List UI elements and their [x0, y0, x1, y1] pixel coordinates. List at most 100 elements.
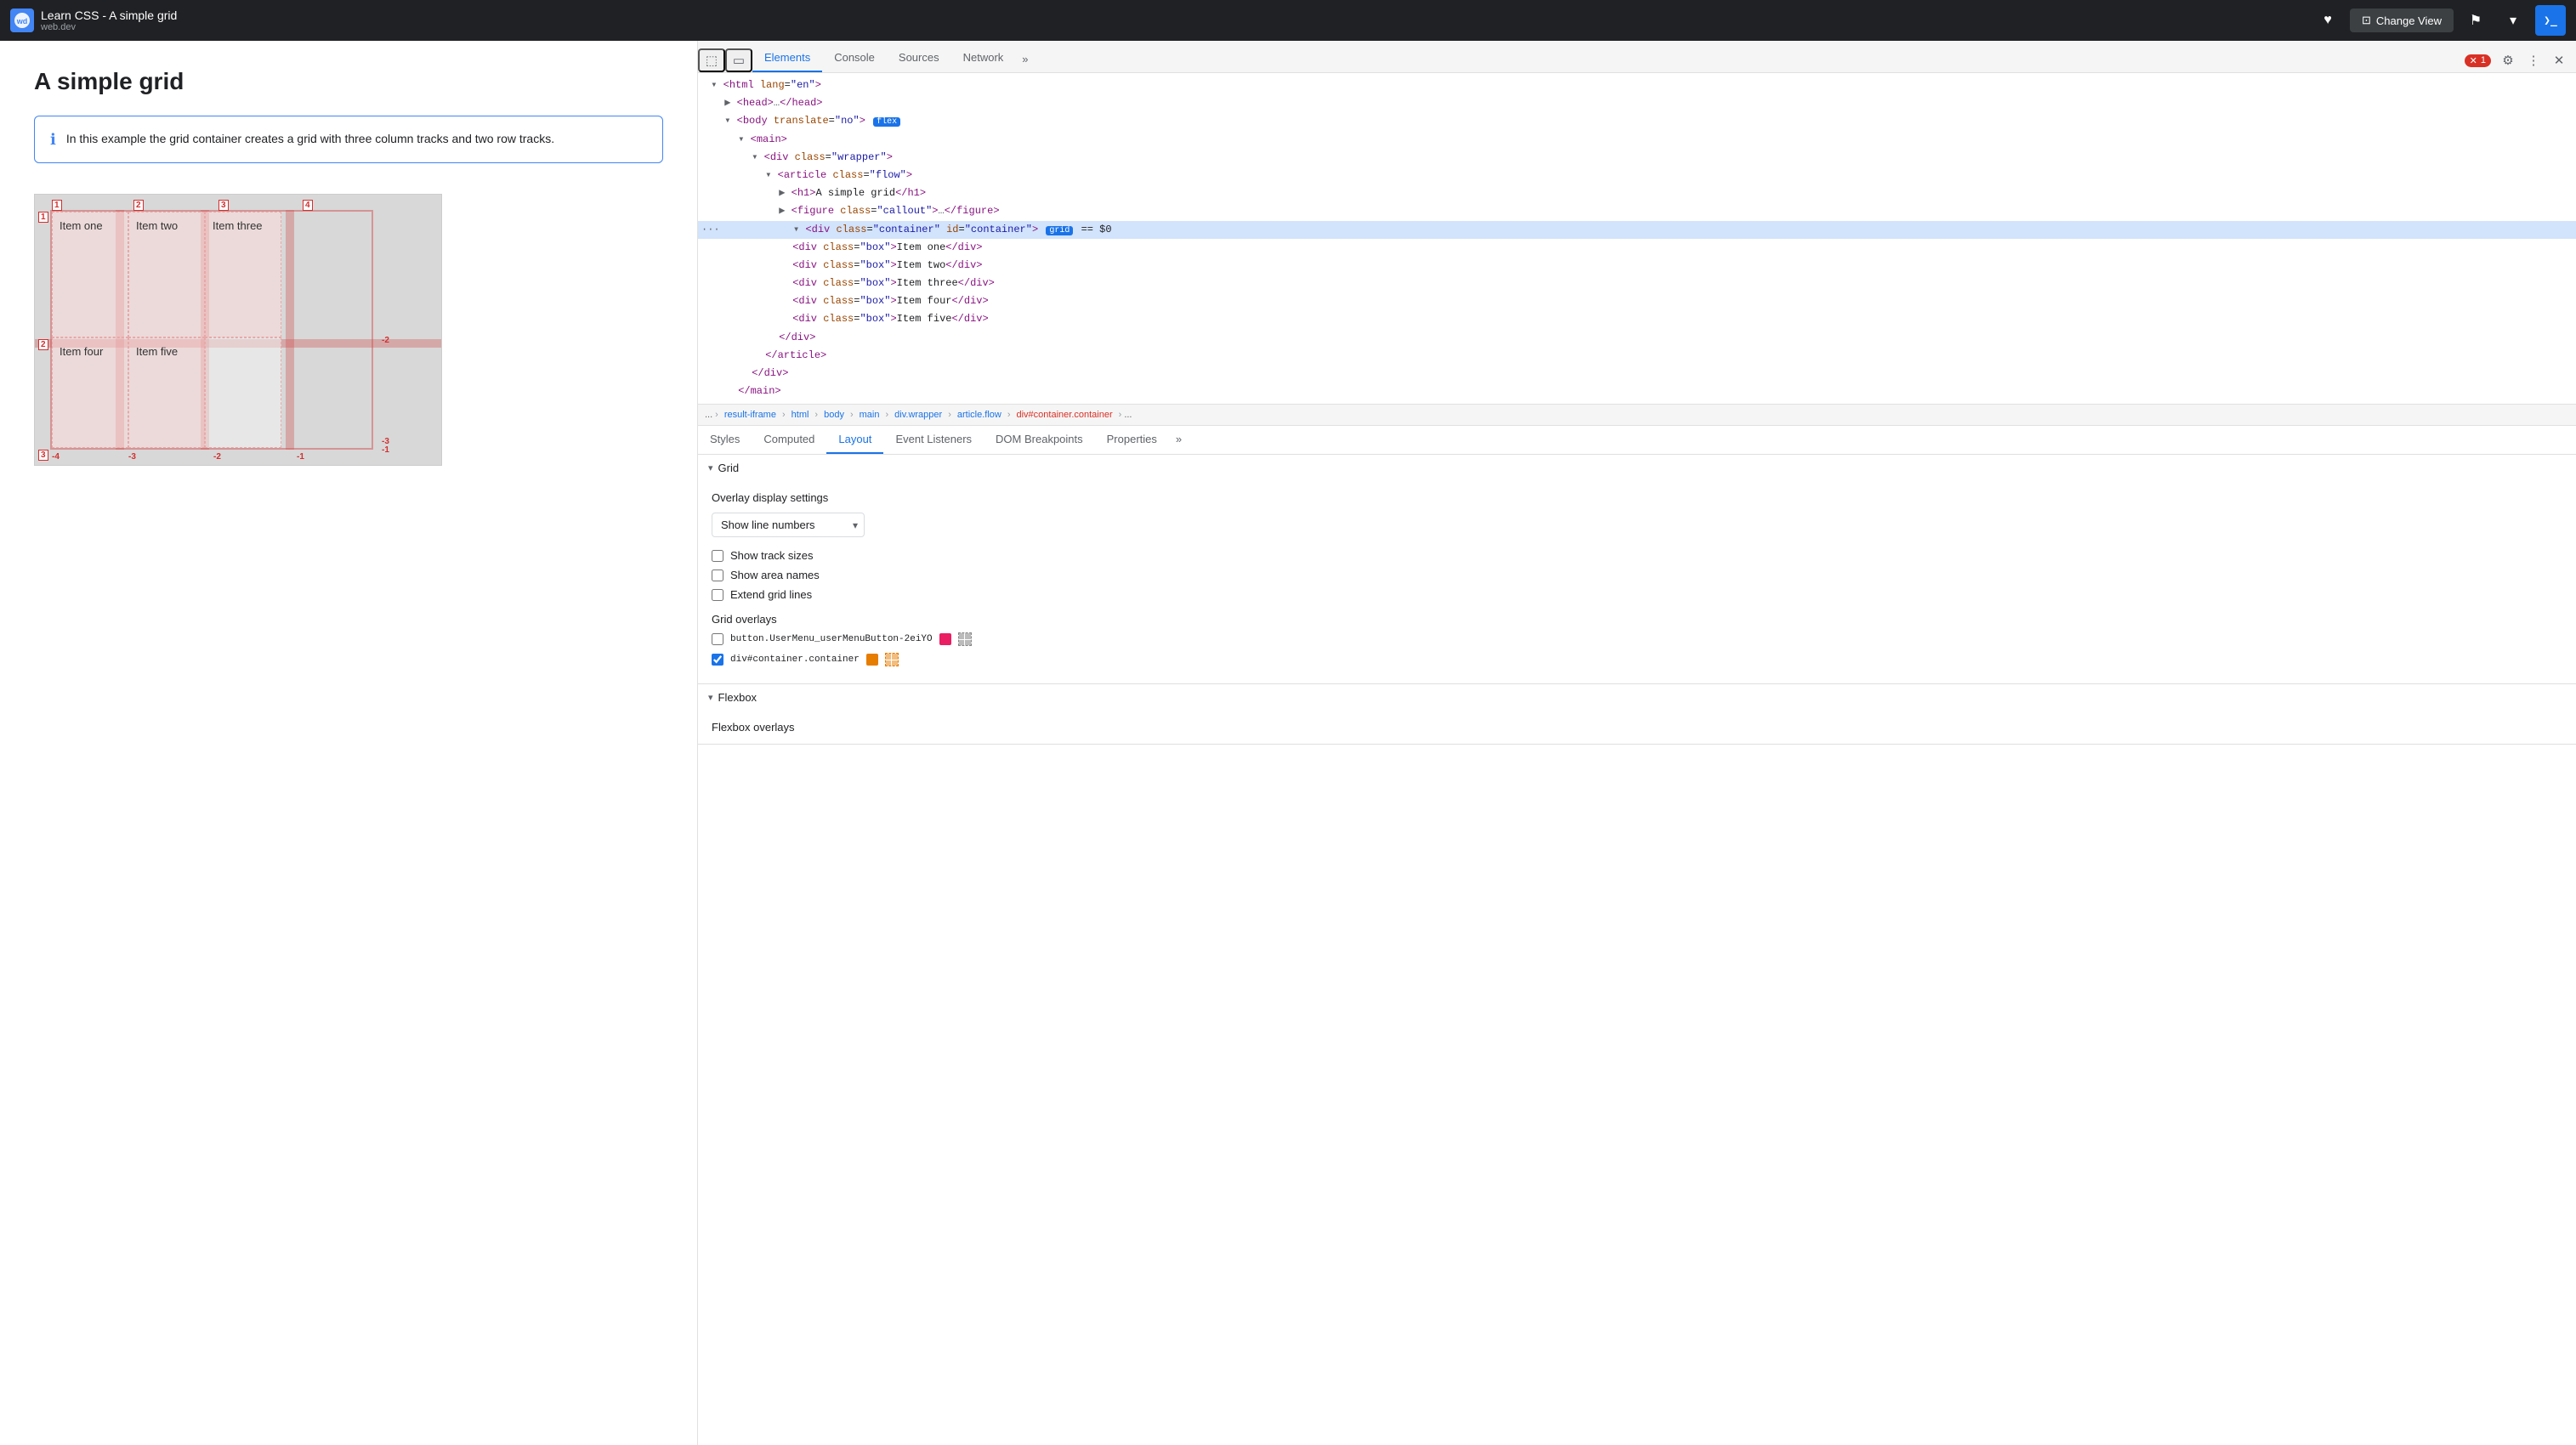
grid-item-3: Item three — [205, 212, 281, 337]
bookmark-button[interactable]: ♥ — [2312, 5, 2343, 36]
page-content: A simple grid ℹ In this example the grid… — [0, 41, 697, 1445]
extend-grid-lines-checkbox[interactable] — [712, 589, 723, 601]
dom-line-container[interactable]: ··· ▾ <div class="container" id="contain… — [698, 221, 2576, 239]
sub-tab-styles[interactable]: Styles — [698, 426, 752, 454]
tab-console[interactable]: Console — [822, 44, 887, 72]
tab-elements[interactable]: Elements — [752, 44, 822, 72]
show-area-names-row[interactable]: Show area names — [712, 569, 2562, 581]
col-num-bot-2: -3 — [128, 452, 136, 462]
sub-tabs: Styles Computed Layout Event Listeners D… — [698, 426, 2576, 455]
flexbox-overlays-title: Flexbox overlays — [712, 721, 2562, 734]
more-options-button[interactable]: ⋮ — [2522, 48, 2545, 72]
grid-item-2: Item two — [128, 212, 205, 337]
dom-line-main[interactable]: ▾ <main> — [698, 131, 2576, 149]
dom-line-box5[interactable]: <div class="box">Item five</div> — [698, 310, 2576, 328]
dropdown-button[interactable]: ▾ — [2498, 5, 2528, 36]
site-url: web.dev — [41, 22, 177, 32]
flexbox-section-header[interactable]: ▾ Flexbox — [698, 684, 2576, 711]
info-icon: ℹ — [50, 131, 56, 149]
devtools-panel: ⬚ ▭ Elements Console Sources Network » ✕… — [697, 41, 2576, 1445]
dom-line-head[interactable]: ▶ <head>…</head> — [698, 94, 2576, 112]
dom-line-div-wrapper[interactable]: ▾ <div class="wrapper"> — [698, 149, 2576, 167]
overlay-div-grid-icon — [885, 653, 899, 666]
page-title-bar: Learn CSS - A simple grid — [41, 8, 177, 22]
devtools-header-icons: ✕ 1 ⚙ ⋮ ✕ — [2465, 48, 2576, 72]
pin-button[interactable]: ⚑ — [2460, 5, 2491, 36]
col-num-top-1: 1 — [52, 200, 62, 211]
change-view-label: Change View — [2376, 14, 2442, 27]
breadcrumb-result-iframe[interactable]: result-iframe — [721, 408, 780, 422]
sub-tab-event-listeners[interactable]: Event Listeners — [883, 426, 984, 454]
close-devtools-button[interactable]: ✕ — [2547, 48, 2571, 72]
main-layout: A simple grid ℹ In this example the grid… — [0, 41, 2576, 1445]
dom-line-box4[interactable]: <div class="box">Item four</div> — [698, 292, 2576, 310]
line-numbers-select[interactable]: Show line numbers Show area names Hide l… — [712, 513, 865, 537]
inspect-element-button[interactable]: ⬚ — [698, 48, 725, 72]
dom-line-article[interactable]: ▾ <article class="flow"> — [698, 167, 2576, 184]
grid-section-header[interactable]: ▾ Grid — [698, 455, 2576, 481]
overlay-div-color — [866, 654, 878, 666]
show-area-names-checkbox[interactable] — [712, 570, 723, 581]
tab-network[interactable]: Network — [951, 44, 1016, 72]
show-track-sizes-checkbox[interactable] — [712, 550, 723, 562]
breadcrumb-div-container[interactable]: div#container.container — [1013, 408, 1116, 422]
breadcrumb-article-flow[interactable]: article.flow — [954, 408, 1005, 422]
grid-demo-wrapper: Item one Item two Item three Item four I… — [34, 194, 442, 466]
overlay-div-checkbox[interactable] — [712, 654, 723, 666]
dom-line-body[interactable]: ▾ <body translate="no"> flex — [698, 112, 2576, 130]
sub-tab-computed[interactable]: Computed — [752, 426, 826, 454]
grid-item-6 — [205, 337, 281, 448]
settings-button[interactable]: ⚙ — [2496, 48, 2520, 72]
flexbox-section-title: Flexbox — [718, 691, 757, 704]
overlay-div-label: div#container.container — [730, 654, 860, 665]
extend-grid-lines-row[interactable]: Extend grid lines — [712, 588, 2562, 601]
breadcrumb-html[interactable]: html — [788, 408, 813, 422]
breadcrumb-ellipsis[interactable]: ... — [705, 410, 712, 420]
show-track-sizes-row[interactable]: Show track sizes — [712, 549, 2562, 562]
overlay-button-color — [939, 633, 951, 645]
grid-demo-outer: Item one Item two Item three Item four I… — [34, 194, 442, 466]
info-box: ℹ In this example the grid container cre… — [34, 116, 663, 163]
error-count: 1 — [2481, 55, 2486, 65]
sub-tab-properties[interactable]: Properties — [1095, 426, 1169, 454]
dom-line-close-div[interactable]: </div> — [698, 329, 2576, 347]
dom-line-close-main[interactable]: </main> — [698, 382, 2576, 400]
sub-tab-dom-breakpoints[interactable]: DOM Breakpoints — [984, 426, 1095, 454]
breadcrumb-body[interactable]: body — [820, 408, 848, 422]
article-title: A simple grid — [34, 68, 663, 95]
devtools-tabs: ⬚ ▭ Elements Console Sources Network » ✕… — [698, 41, 2576, 73]
dom-line-figure[interactable]: ▶ <figure class="callout">…</figure> — [698, 202, 2576, 220]
terminal-button[interactable]: ❯_ — [2535, 5, 2566, 36]
sub-tab-more[interactable]: » — [1169, 426, 1189, 454]
extend-grid-lines-label: Extend grid lines — [730, 588, 812, 601]
row-num-right-2: -2 — [382, 336, 389, 345]
overlay-settings-label: Overlay display settings — [712, 491, 2562, 504]
dom-line-h1[interactable]: ▶ <h1>A simple grid</h1> — [698, 184, 2576, 202]
overlay-button-checkbox[interactable] — [712, 633, 723, 645]
breadcrumb-div-wrapper[interactable]: div.wrapper — [891, 408, 945, 422]
grid-section-title: Grid — [718, 462, 740, 474]
svg-text:wd: wd — [16, 17, 28, 26]
dom-line-html[interactable]: ▾ <html lang="en"> — [698, 76, 2576, 94]
col-num-top-3: 3 — [218, 200, 229, 211]
grid-item-1: Item one — [52, 212, 128, 337]
dom-line-close-article[interactable]: </article> — [698, 347, 2576, 365]
dom-line-box3[interactable]: <div class="box">Item three</div> — [698, 275, 2576, 292]
error-badge[interactable]: ✕ 1 — [2465, 54, 2491, 67]
device-mode-button[interactable]: ▭ — [725, 48, 752, 72]
sub-tab-layout[interactable]: Layout — [826, 426, 883, 454]
col-num-top-4: 4 — [303, 200, 313, 211]
col-num-bot-1: -4 — [52, 452, 60, 462]
dom-line-box1[interactable]: <div class="box">Item one</div> — [698, 239, 2576, 257]
dom-line-close-div2[interactable]: </div> — [698, 365, 2576, 382]
more-tabs-button[interactable]: » — [1015, 46, 1035, 72]
change-view-button[interactable]: ⊡ Change View — [2350, 8, 2454, 32]
row-num-left-2: 2 — [38, 339, 48, 350]
info-text: In this example the grid container creat… — [66, 130, 554, 148]
tab-sources[interactable]: Sources — [887, 44, 951, 72]
flexbox-section-body: Flexbox overlays — [698, 711, 2576, 744]
breadcrumb-more[interactable]: ... — [1124, 410, 1132, 420]
breadcrumb-bar: ... › result-iframe › html › body › main… — [698, 405, 2576, 426]
breadcrumb-main[interactable]: main — [856, 408, 883, 422]
dom-line-box2[interactable]: <div class="box">Item two</div> — [698, 257, 2576, 275]
